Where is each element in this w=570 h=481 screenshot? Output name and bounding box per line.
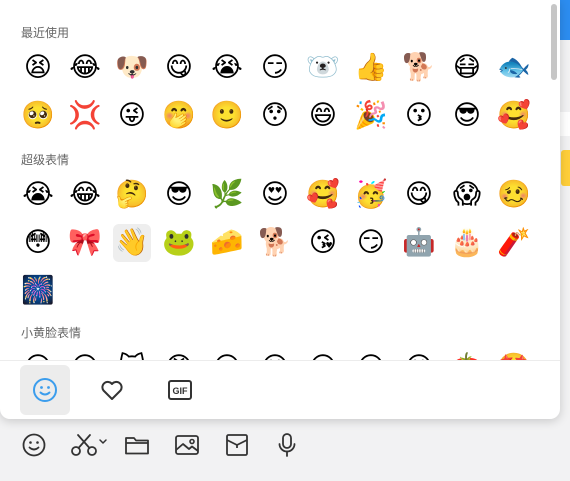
emoji-item[interactable]: 😭 (19, 176, 57, 214)
emoji-item[interactable]: 😀 (19, 349, 57, 360)
emoji-item[interactable]: 😡 (160, 349, 198, 360)
emoji-button[interactable] (17, 428, 51, 462)
box-icon (226, 434, 248, 456)
emoji-item[interactable]: 🐕 (400, 49, 438, 87)
red-packet-button[interactable] (220, 428, 254, 462)
emoji-item[interactable]: 😊 (400, 349, 438, 360)
section-title: 超级表情 (21, 153, 70, 167)
heart-icon (101, 380, 123, 400)
chevron-down-icon (99, 439, 107, 444)
emoji-item[interactable]: 😱 (448, 176, 486, 214)
emoji-item[interactable]: 😭 (208, 49, 246, 87)
scrollbar-thumb[interactable] (551, 4, 557, 80)
emoji-item[interactable]: 😎 (160, 176, 198, 214)
emoji-item[interactable]: 🤔 (113, 176, 151, 214)
tab-gif[interactable]: GIF (155, 365, 205, 415)
emoji-item[interactable]: 😷 (448, 49, 486, 87)
smiley-icon (33, 378, 57, 402)
emoji-item[interactable]: 🧀 (208, 224, 246, 262)
emoji-scroll-area[interactable]: 最近使用 😫 😂 🐶 😋 😭 😏 🐻‍❄️ 👍 🐕 😷 🐟 🥺 💢 😜 🤭 🙂 😯 😄 🎉 😗 😎 🥰 超级表情 😭 😂 🤔 😎 🌿 😍 🥰… (0, 0, 548, 360)
emoji-panel: 最近使用 😫 😂 🐶 😋 😭 😏 🐻‍❄️ 👍 🐕 😷 🐟 🥺 💢 😜 🤭 🙂 😯 😄 🎉 😗 😎 🥰 超级表情 😭 😂 🤔 😎 🌿 😍 🥰… (0, 0, 560, 419)
emoji-item[interactable]: 😂 (66, 176, 104, 214)
emoji-item[interactable]: 🥳 (352, 176, 390, 214)
chat-header-edge (560, 0, 570, 40)
tab-smiley[interactable] (20, 365, 70, 415)
chat-emoji-edge (561, 150, 570, 186)
emoji-item[interactable]: 😍 (256, 176, 294, 214)
emoji-item[interactable]: 😫 (19, 49, 57, 87)
file-button[interactable] (120, 428, 154, 462)
emoji-item[interactable]: 🤖 (400, 224, 438, 262)
emoji-item[interactable]: 🤭 (160, 97, 198, 135)
emoji-item[interactable]: 😀 (66, 349, 104, 360)
emoji-item[interactable]: 🐸 (160, 224, 198, 262)
emoji-item[interactable]: 🤩 (495, 349, 533, 360)
emoji-item[interactable]: 🐕 (256, 224, 294, 262)
emoji-item[interactable]: 🎆 (19, 272, 57, 310)
emoji-item[interactable]: 😎 (448, 97, 486, 135)
emoji-item[interactable]: 🎀 (66, 224, 104, 262)
emoji-item[interactable]: 🎂 (448, 224, 486, 262)
emoji-item[interactable]: 🍅 (448, 349, 486, 360)
gif-icon: GIF (168, 380, 192, 400)
section-title: 小黄脸表情 (21, 326, 82, 340)
emoji-item[interactable]: 😏 (256, 49, 294, 87)
emoji-item[interactable]: 👋 (113, 224, 151, 262)
emoji-item[interactable]: 😊 (256, 349, 294, 360)
gif-label: GIF (173, 386, 189, 396)
emoji-item[interactable]: 😗 (400, 97, 438, 135)
emoji-item[interactable]: 🌿 (208, 176, 246, 214)
emoji-item[interactable]: 😀 (304, 349, 342, 360)
emoji-item[interactable]: 🥺 (19, 97, 57, 135)
emoji-item[interactable]: 🧨 (495, 224, 533, 262)
emoji-item[interactable]: 💢 (66, 97, 104, 135)
section-title: 最近使用 (21, 26, 70, 40)
emoji-item[interactable]: 😐 (352, 349, 390, 360)
emoji-item[interactable]: 🥰 (304, 176, 342, 214)
microphone-icon (278, 433, 296, 457)
emoji-item[interactable]: 😋 (400, 176, 438, 214)
chat-message-edge (560, 112, 570, 136)
emoji-icon (22, 433, 46, 457)
image-icon (175, 435, 199, 455)
emoji-item[interactable]: 😏 (352, 224, 390, 262)
emoji-item[interactable]: 👍 (352, 49, 390, 87)
image-button[interactable] (170, 428, 204, 462)
voice-button[interactable] (270, 428, 304, 462)
emoji-item[interactable]: 😋 (160, 49, 198, 87)
emoji-tab-bar: GIF (0, 361, 560, 419)
emoji-item[interactable]: 😯 (256, 97, 294, 135)
emoji-item[interactable]: 🥰 (495, 97, 533, 135)
emoji-item[interactable]: 🐻‍❄️ (304, 49, 342, 87)
emoji-item[interactable]: 😂 (66, 49, 104, 87)
emoji-item[interactable]: 😜 (113, 97, 151, 135)
emoji-item[interactable]: 🐶 (113, 49, 151, 87)
emoji-item[interactable]: 🐟 (495, 49, 533, 87)
emoji-item[interactable]: 😄 (304, 97, 342, 135)
emoji-item[interactable]: 😘 (304, 224, 342, 262)
emoji-item[interactable]: 😐 (208, 349, 246, 360)
emoji-item[interactable]: 🎉 (352, 97, 390, 135)
tab-favorites[interactable] (87, 365, 137, 415)
emoji-item[interactable]: 🥴 (495, 176, 533, 214)
emoji-item[interactable]: 😳 (19, 224, 57, 262)
folder-icon (125, 437, 149, 455)
emoji-item[interactable]: 🙂 (208, 97, 246, 135)
emoji-item[interactable]: 🐱 (113, 349, 151, 360)
screenshot-button[interactable] (66, 428, 114, 462)
scissors-icon (71, 434, 107, 456)
